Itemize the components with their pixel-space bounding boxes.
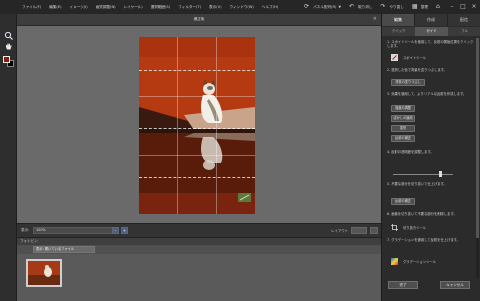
crop-finish-button[interactable]: 反射の補正 xyxy=(391,198,415,205)
panel-scrollbar[interactable] xyxy=(476,38,479,278)
menu-select[interactable]: 選択範囲(S) xyxy=(147,5,174,10)
guide-line-vertical xyxy=(177,37,178,214)
mode-tabs: 編集 作成 配信 xyxy=(382,14,480,26)
photo-thumbnail[interactable] xyxy=(26,259,62,287)
sync-icon: ⟳ xyxy=(304,3,310,10)
reflection-correct-button[interactable]: 反射の補正 xyxy=(391,135,415,142)
photo-canvas[interactable] xyxy=(139,37,255,214)
zoom-out-button[interactable]: – xyxy=(112,227,119,234)
edit-sub-tabs: クイック ガイド フル xyxy=(382,27,480,36)
menu-items: ファイル(F) 編集(E) イメージ(I) 画質調整(N) レイヤー(L) 選択… xyxy=(0,5,282,10)
tab-edit[interactable]: 編集 xyxy=(382,14,415,26)
chevron-down-icon: ▼ xyxy=(338,5,342,9)
gradient-tool-row[interactable]: グラデーションツール xyxy=(391,258,436,265)
menu-file[interactable]: ファイル(F) xyxy=(18,5,45,10)
fill-background-button[interactable]: 背景の塗りつぶし xyxy=(391,79,425,86)
guided-steps: 1. スポイトツールを使用して、反射の開始位置をクリックします。 スポイトツール… xyxy=(387,40,477,295)
crop-tool-row[interactable]: 切り抜きツール xyxy=(391,224,426,231)
step-text: 4. 反射の透明度を調整します。 xyxy=(387,150,434,154)
thumbnail-image xyxy=(28,261,60,285)
selection-marquee-middle xyxy=(139,128,255,129)
step-text: 2. 選択した色で背景を塗りつぶします。 xyxy=(387,68,447,72)
panel-arrange-button[interactable]: ⟳ パネル配列(R) ▼ xyxy=(304,4,341,10)
transform-button[interactable]: 変形 xyxy=(391,125,415,132)
home-button[interactable]: ⌂ xyxy=(436,4,445,10)
undo-button[interactable]: ↶ 取り消し xyxy=(349,4,372,10)
undo-icon: ↶ xyxy=(349,3,355,10)
guide-line-horizontal xyxy=(139,155,255,156)
opacity-slider-knob[interactable] xyxy=(439,171,442,177)
step-text: 3. 効果を適用して、よりリアルな反射を作成します。 xyxy=(387,92,467,96)
home-icon: ⌂ xyxy=(436,3,440,10)
tab-full[interactable]: フル xyxy=(448,27,480,36)
guide-line-vertical xyxy=(216,37,217,214)
document-workspace: 補正後 × xyxy=(17,14,381,237)
organizer-icon: ▦ xyxy=(411,3,418,10)
gradient-icon xyxy=(391,258,398,265)
zoom-select[interactable]: 100% xyxy=(33,227,117,234)
redo-button[interactable]: ↷ やり直し xyxy=(380,4,403,10)
top-actions: ⟳ パネル配列(R) ▼ ↶ 取り消し ↷ やり直し ▦ 整理 ⌂ – □ × xyxy=(296,0,478,14)
photo-image xyxy=(139,37,255,214)
photo-bin-toolbar: 表示: 開いているファイル xyxy=(17,245,381,254)
redo-icon: ↷ xyxy=(380,3,386,10)
menu-enhance[interactable]: 画質調整(N) xyxy=(92,5,120,10)
menu-help[interactable]: ヘルプ(H) xyxy=(258,5,282,10)
right-panel: 編集 作成 配信 クイック ガイド フル 1. スポイトツールを使用して、反射の… xyxy=(381,14,480,301)
layout-label: レイアウト xyxy=(331,229,348,233)
menu-window[interactable]: ウィンドウ(W) xyxy=(225,5,257,10)
foreground-color-swatch[interactable] xyxy=(3,56,10,63)
photo-bin-area xyxy=(17,254,381,301)
panel-bottom-buttons: 完了 キャンセル xyxy=(382,280,480,292)
menu-layer[interactable]: レイヤー(L) xyxy=(120,5,147,10)
eyedropper-row[interactable]: スポイトツール xyxy=(391,54,426,61)
menu-image[interactable]: イメージ(I) xyxy=(66,5,92,10)
done-button[interactable]: 完了 xyxy=(388,281,418,289)
panel-scroll-thumb[interactable] xyxy=(476,38,479,238)
zoom-tool-icon[interactable] xyxy=(4,31,13,40)
crop-icon xyxy=(391,224,398,231)
tab-guided[interactable]: ガイド xyxy=(415,27,448,36)
maximize-icon[interactable]: □ xyxy=(459,3,467,11)
selection-marquee-bottom xyxy=(139,177,255,178)
document-tab-bar: 補正後 × xyxy=(17,14,381,26)
eyedropper-icon xyxy=(391,54,398,61)
opacity-slider-track[interactable] xyxy=(393,174,453,175)
menu-bar: ファイル(F) 編集(E) イメージ(I) 画質調整(N) レイヤー(L) 選択… xyxy=(0,0,480,14)
tab-share[interactable]: 配信 xyxy=(448,14,480,26)
tab-quick[interactable]: クイック xyxy=(382,27,415,36)
photo-bin-title: フォトビン xyxy=(20,239,38,243)
step-text: 1. スポイトツールを使用して、反射の開始位置をクリックします。 xyxy=(387,40,474,49)
adjust-intensity-button[interactable]: 強度の調整 xyxy=(391,105,415,112)
hand-tool-icon[interactable] xyxy=(4,42,13,51)
menu-edit[interactable]: 編集(E) xyxy=(45,5,65,10)
grid-icon[interactable] xyxy=(370,227,378,234)
close-icon[interactable]: × xyxy=(470,3,478,11)
step-text: 7. グラデーションを適用して反射を仕上げます。 xyxy=(387,238,460,242)
document-title: 補正後 xyxy=(193,17,205,21)
organizer-button[interactable]: ▦ 整理 xyxy=(412,4,428,10)
minimize-icon[interactable]: – xyxy=(448,3,456,11)
menu-view[interactable]: 表示(V) xyxy=(205,5,225,10)
guide-line-horizontal xyxy=(139,96,255,97)
layout-button[interactable] xyxy=(351,227,367,234)
selection-marquee-top xyxy=(139,70,255,71)
apply-blur-button[interactable]: ぼかしの適用 xyxy=(391,115,415,122)
photo-bin-filter-select[interactable]: 表示: 開いているファイル xyxy=(33,246,95,253)
close-icon[interactable]: × xyxy=(373,16,377,22)
menu-filter[interactable]: フィルター(T) xyxy=(174,5,205,10)
tab-create[interactable]: 作成 xyxy=(415,14,448,26)
step-text: 6. 画像を切り抜いて不要な部分を削除します。 xyxy=(387,212,457,216)
zoom-label: 表示: xyxy=(21,228,30,232)
step-text: 5. 不要な部分を切り抜いて仕上げます。 xyxy=(387,182,447,186)
toolbox xyxy=(0,14,17,301)
status-bar: 表示: 100% – + レイアウト xyxy=(17,223,381,237)
cancel-button[interactable]: キャンセル xyxy=(440,281,470,289)
zoom-in-button[interactable]: + xyxy=(121,227,128,234)
photo-bin-header: フォトビン xyxy=(17,237,381,245)
